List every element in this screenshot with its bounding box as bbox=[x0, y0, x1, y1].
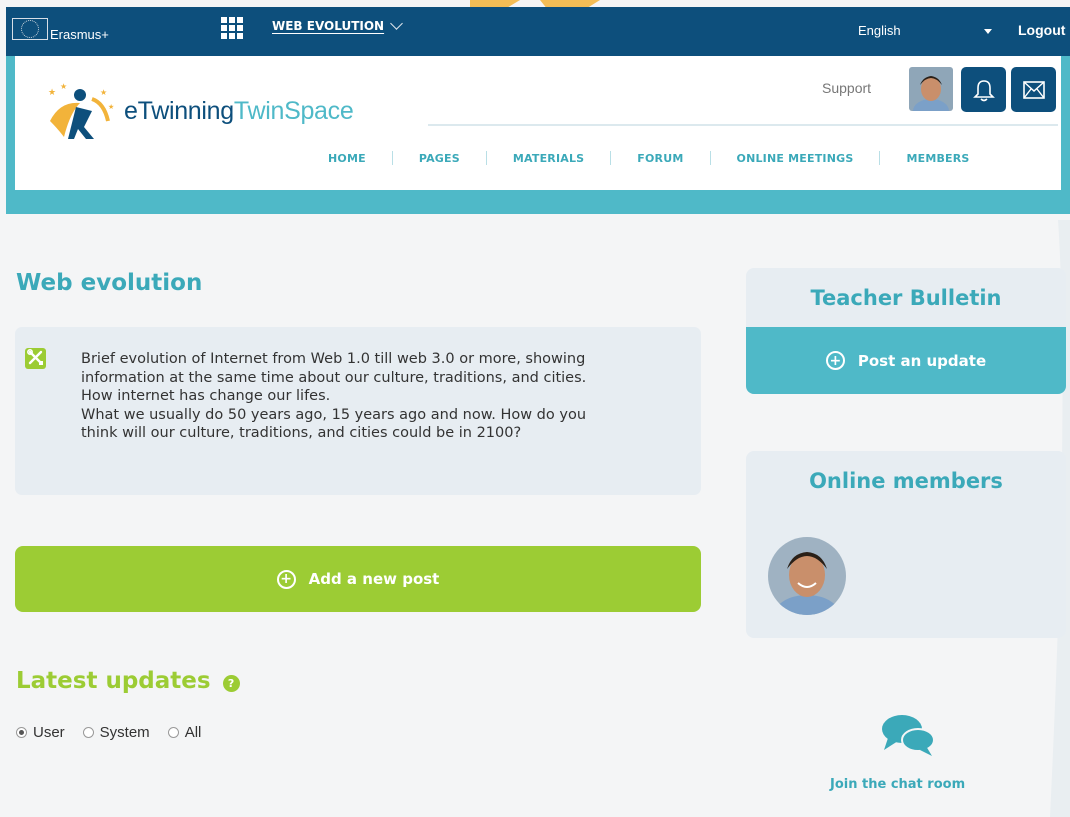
main-nav: HOME PAGES MATERIALS FORUM ONLINE MEETIN… bbox=[300, 150, 1060, 166]
notifications-button[interactable] bbox=[961, 67, 1006, 112]
filter-user[interactable]: User bbox=[16, 724, 65, 741]
logout-link[interactable]: Logout bbox=[1018, 22, 1065, 38]
teacher-bulletin-panel: Teacher Bulletin + Post an update bbox=[746, 268, 1066, 394]
nav-separator bbox=[879, 151, 881, 165]
svg-text:★: ★ bbox=[108, 103, 114, 111]
project-dropdown[interactable]: WEB EVOLUTION bbox=[272, 17, 403, 33]
description-line: information at the same time about our c… bbox=[81, 369, 587, 386]
add-new-post-button[interactable]: + Add a new post bbox=[15, 546, 701, 612]
caret-down-icon[interactable] bbox=[984, 29, 992, 34]
tools-icon bbox=[25, 348, 46, 369]
support-link[interactable]: Support bbox=[822, 80, 871, 96]
bell-icon bbox=[972, 79, 995, 101]
logo-twinspace-text: TwinSpace bbox=[233, 96, 354, 125]
logo-etwinning-text: eTwinning bbox=[124, 96, 234, 125]
eu-flag-icon bbox=[12, 18, 48, 40]
add-post-label: Add a new post bbox=[308, 570, 440, 588]
radio-all[interactable] bbox=[167, 727, 179, 738]
nav-pages[interactable]: PAGES bbox=[419, 152, 460, 165]
radio-user[interactable] bbox=[16, 727, 27, 738]
chat-bubbles-icon[interactable] bbox=[880, 712, 936, 758]
description-line: What we usually do 50 years ago, 15 year… bbox=[81, 406, 587, 423]
nav-separator bbox=[610, 151, 612, 165]
svg-text:★: ★ bbox=[48, 88, 56, 98]
filter-user-label: User bbox=[33, 724, 65, 741]
apps-grid-icon[interactable] bbox=[221, 17, 245, 41]
nav-forum[interactable]: FORUM bbox=[637, 152, 683, 165]
etwinning-figure-icon: ★ ★ ★ ★ bbox=[48, 82, 114, 139]
project-dropdown-label: WEB EVOLUTION bbox=[272, 19, 385, 33]
messages-button[interactable] bbox=[1011, 67, 1056, 112]
project-description: Brief evolution of Internet from Web 1.0… bbox=[81, 350, 681, 443]
description-line: think will our culture, traditions, and … bbox=[81, 425, 522, 441]
envelope-icon bbox=[1022, 80, 1045, 99]
top-bar: Erasmus+ WEB EVOLUTION English Logout bbox=[6, 7, 1070, 56]
teacher-bulletin-title: Teacher Bulletin bbox=[810, 286, 1002, 310]
update-filter-group: User System All bbox=[16, 724, 219, 741]
user-avatar[interactable] bbox=[909, 67, 953, 111]
filter-all[interactable]: All bbox=[167, 724, 202, 741]
nav-home[interactable]: HOME bbox=[328, 152, 366, 165]
nav-online-meetings[interactable]: ONLINE MEETINGS bbox=[737, 152, 854, 165]
plus-circle-icon: + bbox=[825, 351, 845, 370]
erasmus-label: Erasmus+ bbox=[50, 26, 109, 42]
member-avatar[interactable] bbox=[768, 537, 846, 615]
svg-text:★: ★ bbox=[100, 88, 107, 97]
radio-system[interactable] bbox=[82, 727, 94, 738]
help-icon[interactable]: ? bbox=[222, 674, 240, 692]
latest-updates-heading: Latest updates ? bbox=[16, 668, 240, 694]
online-members-title: Online members bbox=[809, 469, 1003, 493]
nav-separator bbox=[391, 151, 393, 165]
latest-updates-title: Latest updates bbox=[16, 668, 211, 694]
nav-materials[interactable]: MATERIALS bbox=[513, 152, 584, 165]
filter-system[interactable]: System bbox=[82, 724, 150, 741]
chevron-down-icon bbox=[390, 17, 403, 30]
online-members-panel: Online members bbox=[746, 451, 1066, 638]
nav-separator bbox=[709, 151, 711, 165]
nav-members[interactable]: MEMBERS bbox=[906, 152, 969, 165]
language-selector[interactable]: English bbox=[858, 23, 901, 38]
filter-all-label: All bbox=[184, 724, 202, 741]
nav-separator bbox=[485, 151, 487, 165]
etwinning-logo[interactable]: ★ ★ ★ ★ eTwinningTwinSpace bbox=[40, 81, 400, 141]
description-line: How internet has change our lifes. bbox=[81, 388, 331, 404]
plus-circle-icon: + bbox=[276, 569, 296, 589]
post-update-label: Post an update bbox=[857, 351, 987, 370]
post-update-button[interactable]: + Post an update bbox=[746, 327, 1066, 394]
filter-system-label: System bbox=[99, 724, 150, 741]
erasmus-logo[interactable]: Erasmus+ bbox=[12, 14, 109, 44]
header-divider bbox=[428, 124, 1058, 126]
page-title: Web evolution bbox=[16, 270, 203, 296]
svg-text:★: ★ bbox=[60, 82, 67, 91]
description-line: Brief evolution of Internet from Web 1.0… bbox=[81, 351, 586, 367]
join-chat-link[interactable]: Join the chat room bbox=[830, 777, 965, 792]
